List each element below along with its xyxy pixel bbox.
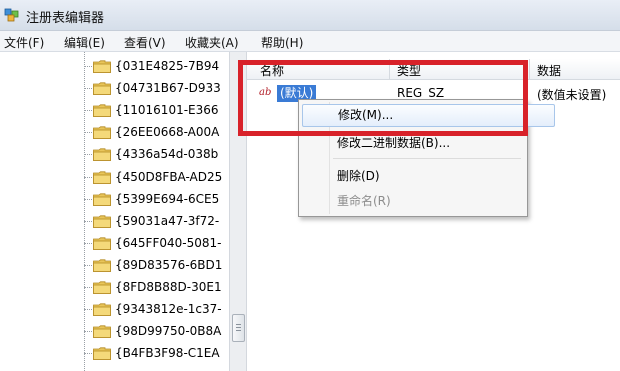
- tree-item[interactable]: {9343812e-1c37-: [84, 299, 229, 320]
- context-menu: 修改(M)... 修改二进制数据(B)... 删除(D) 重命名(R): [298, 99, 555, 217]
- string-value-icon: ab: [259, 87, 272, 98]
- menu-item-modify-binary[interactable]: 修改二进制数据(B)...: [337, 134, 450, 151]
- menu-item-modify[interactable]: 修改(M)...: [302, 104, 555, 127]
- registry-tree: {031E4825-7B94 {04731B67-D933 {11016101-E3…: [0, 52, 229, 371]
- tree-item-label: {5399E694-6CE5: [115, 191, 220, 206]
- value-type: REG_SZ: [397, 86, 445, 100]
- menu-item-rename: 重命名(R): [337, 194, 391, 208]
- tree-item-label: {4336a54d-038b: [115, 147, 219, 162]
- tree-item-label: {8FD8B88D-30E1: [115, 280, 222, 294]
- value-data: (数值未设置): [537, 88, 607, 102]
- window-title: 注册表编辑器: [26, 11, 105, 26]
- folder-icon: [93, 82, 111, 95]
- folder-icon: [93, 192, 111, 206]
- tree-item[interactable]: {8FD8B88D-30E1: [84, 277, 229, 298]
- tree-item-label: {59031a47-3f72-: [115, 213, 220, 228]
- tree-scrollbar[interactable]: [229, 52, 247, 371]
- tree-item[interactable]: {B4FB3F98-C1EA: [84, 343, 229, 364]
- menu-separator: [333, 158, 521, 159]
- title-bar: 注册表编辑器: [0, 0, 620, 31]
- tree-item[interactable]: {4336a54d-038b: [84, 144, 229, 165]
- menu-item-delete[interactable]: 删除(D): [337, 167, 380, 184]
- tree-item[interactable]: {59031a47-3f72-: [84, 211, 229, 232]
- menu-bar: 文件(F) 编辑(E) 查看(V) 收藏夹(A) 帮助(H): [0, 31, 620, 52]
- tree-item[interactable]: {98D99750-0B8A: [84, 321, 229, 342]
- list-header: 名称 类型 数据: [247, 59, 620, 80]
- folder-icon: [93, 303, 111, 316]
- tree-item-label: {9343812e-1c37-: [115, 302, 222, 317]
- tree-item-label: {04731B67-D933: [115, 81, 221, 96]
- menu-view[interactable]: 查看(V): [124, 34, 166, 51]
- tree-item[interactable]: {11016101-E366: [84, 100, 229, 121]
- column-data[interactable]: 数据: [537, 62, 561, 79]
- tree-item[interactable]: {031E4825-7B94: [84, 56, 229, 77]
- scrollbar-thumb[interactable]: [232, 314, 245, 342]
- tree-item-label: {98D99750-0B8A: [115, 324, 222, 339]
- tree-item-label: {645FF040-5081-: [115, 235, 222, 250]
- tree-item-label: {89D83576-6BD1: [115, 257, 223, 272]
- column-name[interactable]: 名称: [260, 62, 284, 79]
- folder-icon: [93, 325, 111, 339]
- regedit-icon: [4, 8, 19, 22]
- folder-icon: [93, 60, 111, 73]
- menu-edit[interactable]: 编辑(E): [64, 34, 105, 51]
- tree-item[interactable]: {5399E694-6CE5: [84, 189, 229, 210]
- tree-item[interactable]: {89D83576-6BD1: [84, 255, 229, 276]
- tree-item[interactable]: {645FF040-5081-: [84, 233, 229, 254]
- folder-icon: [93, 104, 111, 118]
- tree-item[interactable]: {450D8FBA-AD25: [84, 167, 229, 188]
- folder-icon: [93, 170, 111, 184]
- folder-icon: [93, 148, 111, 162]
- folder-icon: [93, 281, 111, 294]
- folder-icon: [93, 259, 111, 272]
- column-type[interactable]: 类型: [397, 62, 421, 79]
- menu-favorites[interactable]: 收藏夹(A): [185, 34, 239, 51]
- folder-icon: [93, 215, 111, 228]
- folder-icon: [93, 347, 111, 361]
- tree-item-label: {B4FB3F98-C1EA: [115, 346, 220, 361]
- tree-item-label: {26EE0668-A00A: [115, 125, 220, 140]
- menu-help[interactable]: 帮助(H): [261, 34, 303, 51]
- folder-icon: [93, 126, 111, 140]
- menu-file[interactable]: 文件(F): [4, 34, 44, 51]
- tree-item-label: {450D8FBA-AD25: [115, 169, 223, 184]
- tree-item[interactable]: {26EE0668-A00A: [84, 122, 229, 143]
- tree-item-label: {11016101-E366: [115, 103, 219, 118]
- tree-item[interactable]: {04731B67-D933: [84, 78, 229, 99]
- tree-item-label: {031E4825-7B94: [115, 59, 220, 73]
- folder-icon: [93, 237, 111, 250]
